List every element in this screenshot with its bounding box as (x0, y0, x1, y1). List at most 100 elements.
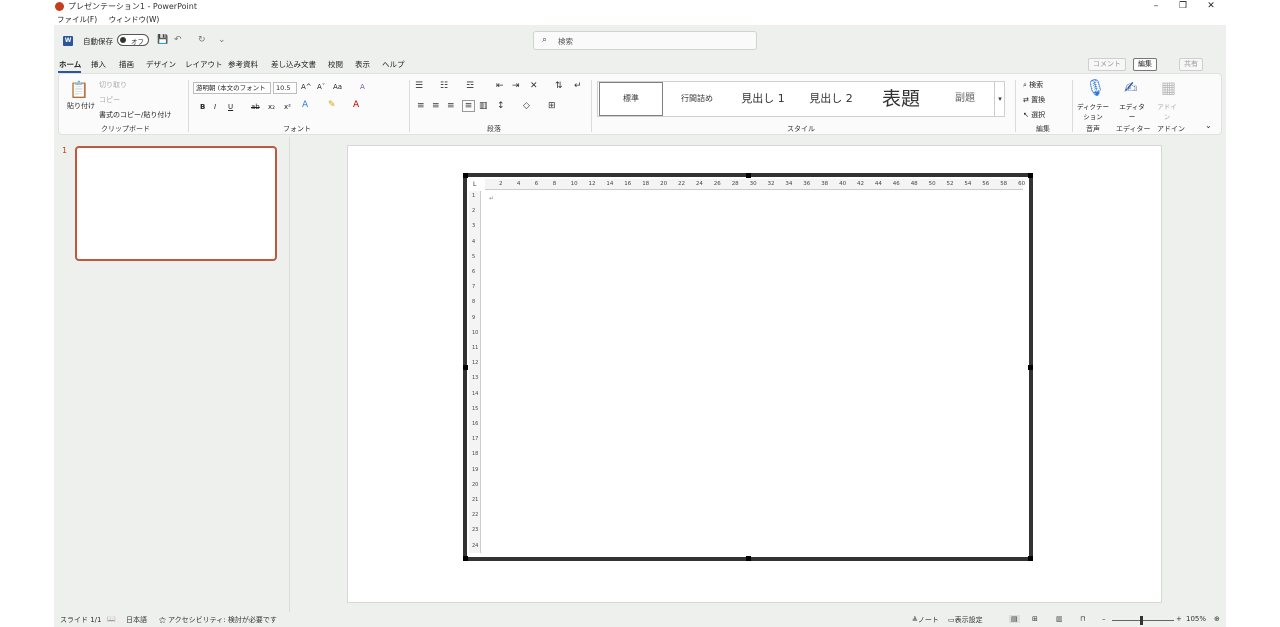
select-button[interactable]: ↖ 選択 (1023, 110, 1045, 120)
tab-design[interactable]: デザイン (146, 59, 176, 70)
styles-more-icon[interactable]: ▾ (994, 82, 1005, 116)
format-painter-button[interactable]: 書式のコピー/貼り付け (99, 110, 171, 120)
comments-button[interactable]: コメント (1088, 58, 1126, 71)
display-settings-button[interactable]: ▭表示設定 (948, 615, 983, 625)
zoom-slider-track[interactable] (1112, 620, 1174, 621)
grid-view-icon[interactable]: ⊞ (1032, 615, 1038, 623)
customize-qat-icon[interactable]: ⌄ (218, 35, 226, 45)
collapse-ribbon-icon[interactable]: ⌄ (1205, 121, 1212, 130)
style-normal[interactable]: 標準 (599, 82, 663, 116)
increase-indent-icon[interactable]: ⇥ (512, 81, 520, 91)
change-case-button[interactable]: Aa (333, 83, 342, 91)
grow-font-button[interactable]: A^ (301, 83, 312, 91)
font-name-combo[interactable]: 游明朝 (本文のフォント (193, 82, 271, 94)
redo-icon[interactable]: ↻ (198, 35, 206, 45)
style-no-spacing[interactable]: 行間詰め (666, 82, 728, 116)
find-button[interactable]: ⌕ 検索 (1023, 80, 1043, 90)
clear-format-button[interactable]: A (360, 83, 365, 91)
strikethrough-button[interactable]: ab (251, 103, 260, 111)
tab-help[interactable]: ヘルプ (382, 59, 405, 70)
save-icon[interactable]: 💾 (157, 35, 168, 45)
style-title[interactable]: 表題 (866, 82, 936, 116)
style-subtitle[interactable]: 副題 (938, 82, 992, 116)
decrease-indent-icon[interactable]: ⇤ (496, 81, 504, 91)
asian-layout-icon[interactable]: ✕ (530, 81, 538, 91)
zoom-out-button[interactable]: – (1102, 615, 1106, 623)
menu-file[interactable]: ファイル(F) (57, 15, 97, 24)
bullets-icon[interactable]: ☰ (415, 81, 423, 91)
resize-handle-bottom-left[interactable] (463, 556, 468, 561)
editing-mode-button[interactable]: 編集 (1133, 58, 1157, 71)
zoom-in-button[interactable]: + (1176, 615, 1182, 623)
search-box[interactable]: ⌕ 検索 (533, 31, 757, 50)
paste-icon[interactable]: 📋 (69, 80, 89, 99)
minimize-button[interactable]: – (1145, 0, 1167, 13)
font-color-icon[interactable]: A (353, 100, 359, 110)
resize-handle-bottom[interactable] (746, 556, 751, 561)
shrink-font-button[interactable]: Aˇ (317, 83, 325, 91)
slide-thumbnail[interactable] (75, 146, 277, 261)
subscript-button[interactable]: x₂ (268, 103, 275, 111)
resize-handle-top-right[interactable] (1028, 173, 1033, 178)
tab-review[interactable]: 校閲 (328, 59, 343, 70)
text-effects-icon[interactable]: A (302, 100, 308, 110)
reading-view-icon[interactable]: ▥ (1056, 615, 1063, 623)
show-marks-icon[interactable]: ↵ (574, 81, 582, 91)
underline-button[interactable]: U (228, 103, 233, 111)
align-left-icon[interactable]: ≡ (417, 101, 425, 111)
distributed-icon[interactable]: ▥ (479, 101, 488, 111)
tab-references[interactable]: 参考資料 (228, 59, 258, 70)
cut-button[interactable]: 切り取り (99, 80, 127, 90)
document-editing-area[interactable]: L 2 4 6 8 10 12 14 16 18 20 22 24 26 28 30 32 34 36 38 40 42… (469, 179, 1027, 555)
share-button[interactable]: 共有 (1179, 58, 1203, 71)
resize-handle-left[interactable] (463, 365, 468, 370)
editor-pen-icon[interactable]: ✍ (1124, 78, 1137, 97)
tab-layout[interactable]: レイアウト (185, 59, 223, 70)
tab-home[interactable]: ホーム (59, 59, 81, 70)
language-indicator[interactable]: 日本語 (126, 615, 147, 625)
copy-button[interactable]: コピー (99, 95, 120, 105)
superscript-button[interactable]: x² (284, 103, 291, 111)
bold-button[interactable]: B (200, 103, 205, 111)
shading-icon[interactable]: ◇ (523, 101, 530, 111)
resize-handle-right[interactable] (1028, 365, 1033, 370)
align-right-icon[interactable]: ≡ (447, 101, 455, 111)
zoom-level[interactable]: 105% (1186, 615, 1206, 623)
dictate-button[interactable]: ディクテーション (1076, 101, 1110, 121)
paste-button[interactable]: 貼り付け (67, 101, 95, 111)
resize-handle-top[interactable] (746, 173, 751, 178)
editor-button[interactable]: エディター (1117, 101, 1147, 121)
tab-selector[interactable]: L (473, 181, 476, 188)
print-layout-view-icon[interactable]: ▤ (1009, 615, 1020, 623)
resize-handle-bottom-right[interactable] (1028, 556, 1033, 561)
addins-grid-icon[interactable]: ▦ (1161, 78, 1176, 97)
accessibility-status[interactable]: ⚝ アクセシビリティ: 検討が必要です (159, 615, 277, 625)
style-heading-2[interactable]: 見出し 2 (798, 82, 864, 116)
zoom-slider-thumb[interactable] (1140, 616, 1143, 625)
slideshow-view-icon[interactable]: ⊓ (1080, 615, 1085, 623)
notes-button[interactable]: ≜ノート (912, 615, 939, 625)
style-heading-1[interactable]: 見出し 1 (730, 82, 796, 116)
tab-insert[interactable]: 挿入 (91, 59, 106, 70)
restore-button[interactable]: ❐ (1172, 0, 1194, 13)
embedded-word-document[interactable]: L 2 4 6 8 10 12 14 16 18 20 22 24 26 28 30 32 34 36 38 40 42… (463, 173, 1033, 561)
menu-window[interactable]: ウィンドウ(W) (109, 15, 160, 24)
resize-handle-top-left[interactable] (463, 173, 468, 178)
undo-icon[interactable]: ↶ (174, 35, 182, 45)
justify-icon[interactable]: ≡ (462, 100, 475, 112)
multilevel-list-icon[interactable]: ☲ (466, 81, 474, 91)
font-size-combo[interactable]: 10.5 (273, 82, 297, 94)
sort-icon[interactable]: ⇅ (555, 81, 563, 91)
tab-mailings[interactable]: 差し込み文書 (271, 59, 316, 70)
slide-canvas[interactable]: L 2 4 6 8 10 12 14 16 18 20 22 24 26 28 30 32 34 36 38 40 42… (347, 145, 1162, 603)
addins-button[interactable]: アドイン (1155, 101, 1179, 121)
tab-view[interactable]: 表示 (355, 59, 370, 70)
italic-button[interactable]: I (214, 103, 216, 111)
tab-draw[interactable]: 描画 (119, 59, 134, 70)
close-button[interactable]: ✕ (1200, 0, 1222, 13)
autosave-toggle[interactable]: オフ (117, 34, 149, 46)
microphone-icon[interactable]: 🎙 (1085, 78, 1105, 97)
spellcheck-icon[interactable]: 📖 (107, 615, 116, 623)
borders-icon[interactable]: ⊞ (548, 101, 556, 111)
numbering-icon[interactable]: ☷ (440, 81, 448, 91)
